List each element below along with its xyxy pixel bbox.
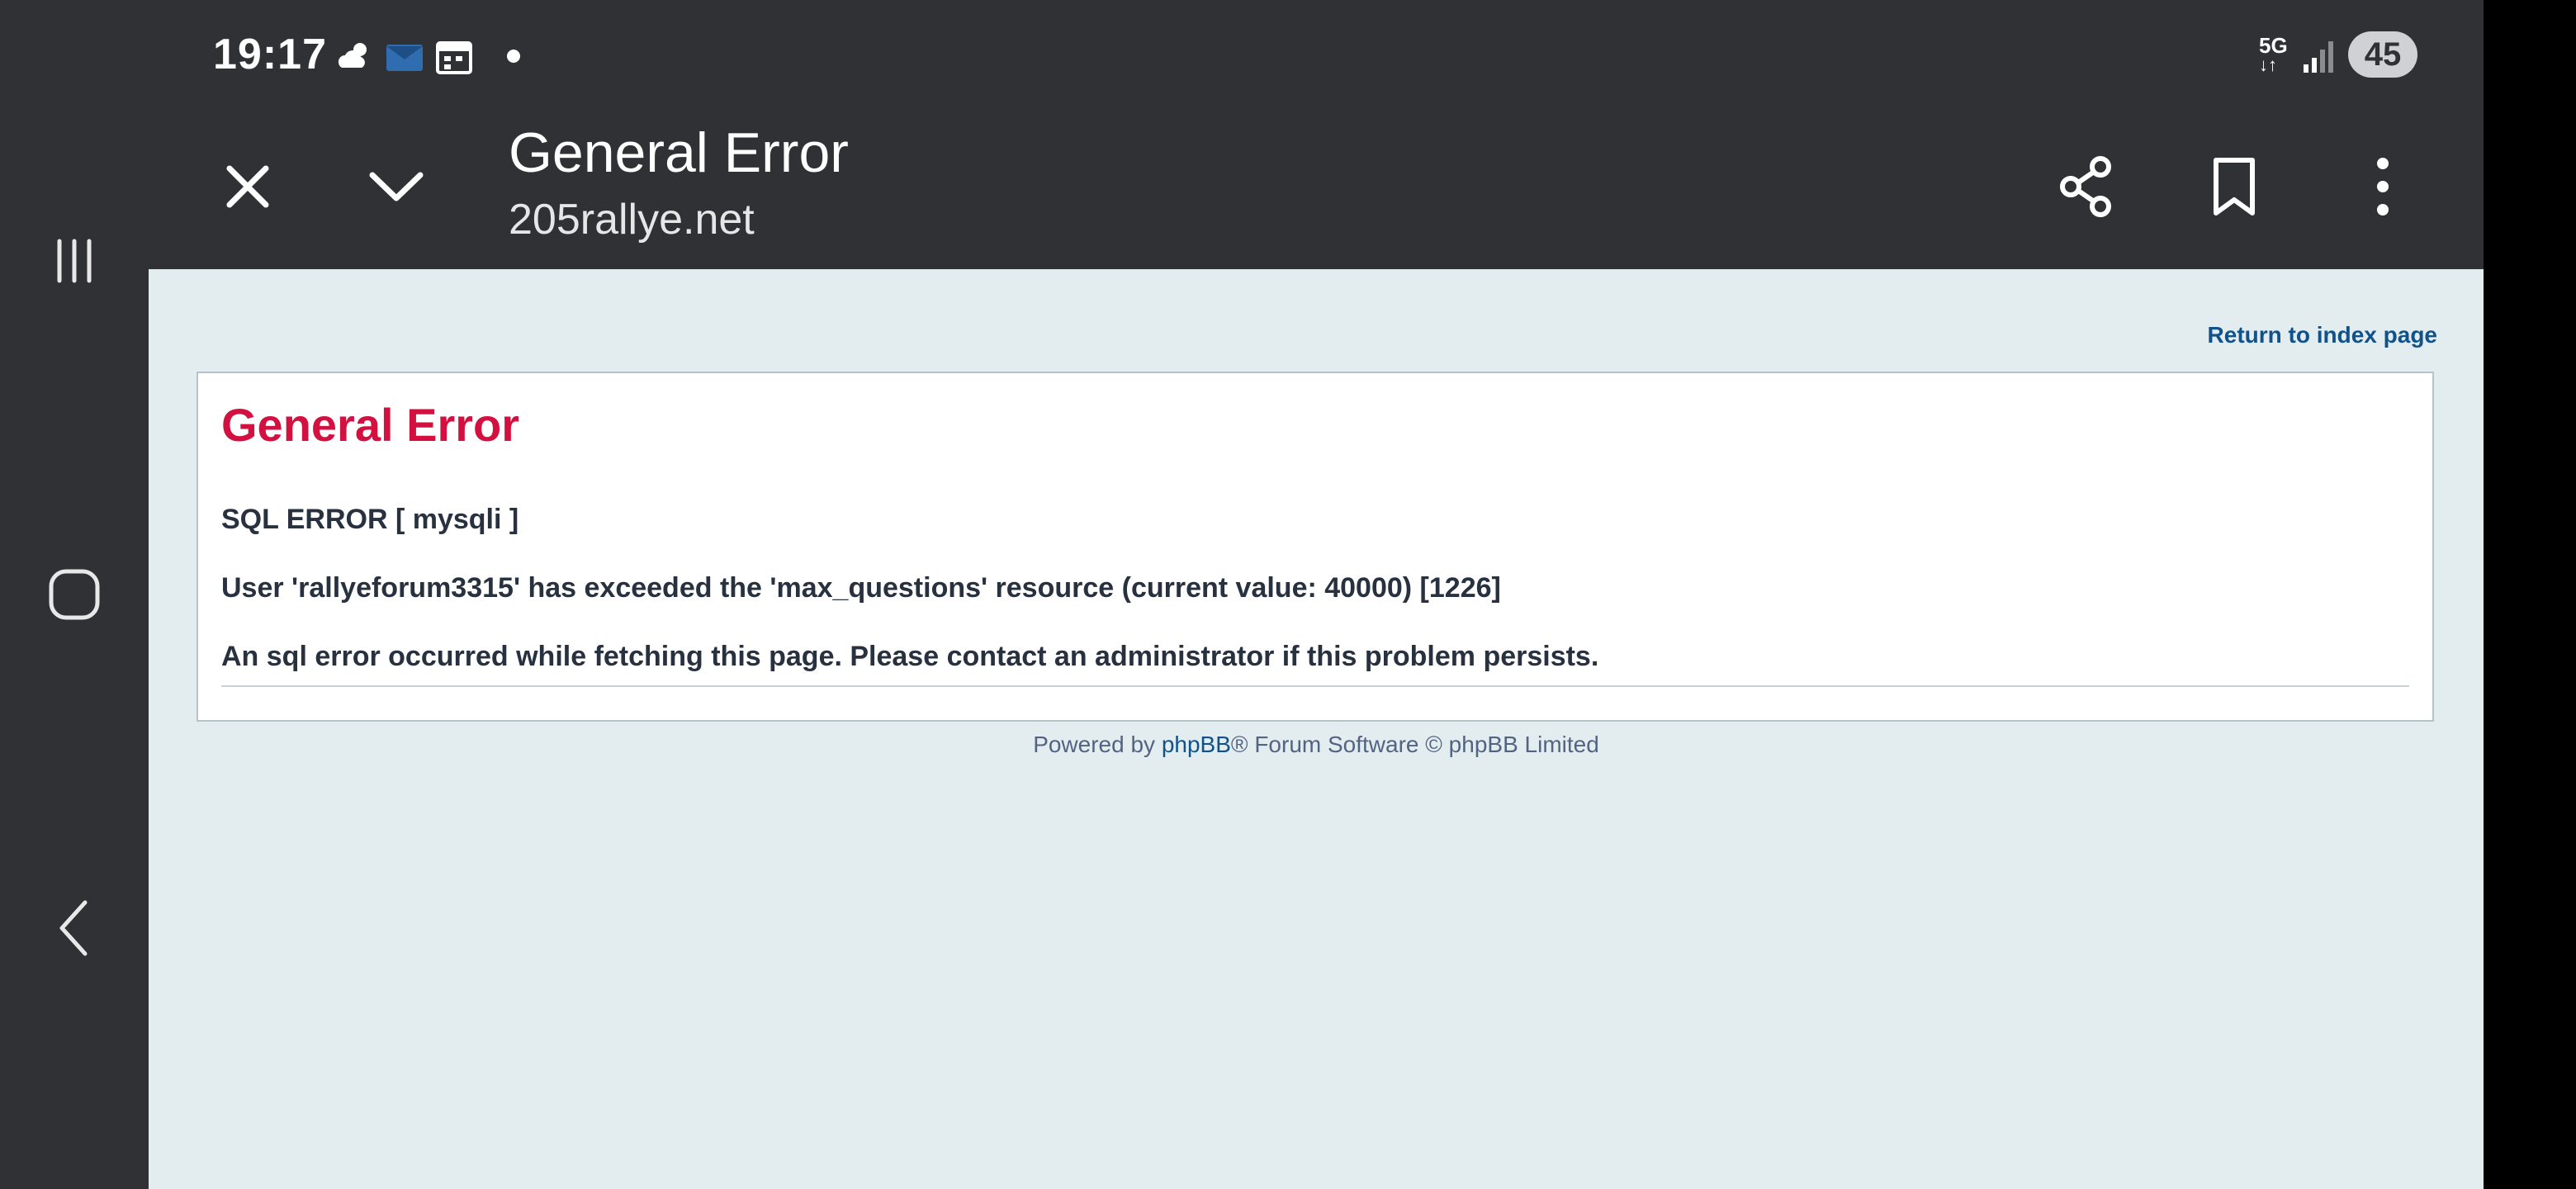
home-icon [49,569,100,620]
close-button[interactable] [206,145,289,228]
bookmark-button[interactable] [2193,145,2275,228]
back-icon [59,900,88,956]
screen-edge [2484,0,2576,1189]
signal-icon [2304,41,2333,73]
share-icon [2060,156,2111,217]
navigation-bar [0,0,149,1189]
recent-apps-icon [57,239,92,283]
battery-indicator: 45 [2348,31,2417,78]
footer-suffix: ® Forum Software © phpBB Limited [1230,732,1599,757]
battery-level: 45 [2364,36,2402,73]
sql-error-text: SQL ERROR [ mysqli ] [221,504,519,535]
chevron-down-icon [369,172,424,201]
phpbb-link[interactable]: phpBB [1162,732,1231,757]
notification-dot-icon [507,50,520,63]
footer-prefix: Powered by [1033,732,1162,757]
page-domain: 205rallye.net [509,196,755,244]
recent-apps-button[interactable] [41,228,107,294]
browser-toolbar: General Error 205rallye.net [149,116,2484,269]
error-panel: General Error SQL ERROR [ mysqli ] User … [197,372,2434,722]
footer: Powered by phpBB® Forum Software © phpBB… [149,732,2484,758]
close-icon [226,165,269,208]
calendar-icon [436,41,472,74]
home-button[interactable] [41,561,107,628]
network-type: 5G ↓↑ [2259,33,2288,75]
error-detail-text: User 'rallyeforum3315' has exceeded the … [221,572,1501,604]
page-title: General Error [509,121,849,184]
divider [221,685,2409,687]
web-content: Return to index page General Error SQL E… [149,269,2484,1189]
error-heading: General Error [221,399,520,451]
more-options-button[interactable] [2342,145,2424,228]
minimize-button[interactable] [355,145,438,228]
return-to-index-link[interactable]: Return to index page [2208,322,2437,348]
error-message-text: An sql error occurred while fetching thi… [221,641,1599,672]
bookmark-icon [2214,158,2255,216]
status-clock: 19:17 [213,31,327,78]
mail-icon [386,45,423,71]
more-vert-icon [2377,158,2389,216]
share-button[interactable] [2044,145,2127,228]
back-button[interactable] [41,895,107,961]
weather-icon [338,43,367,68]
status-bar: 19:17 5G ↓↑ 45 [149,0,2484,116]
